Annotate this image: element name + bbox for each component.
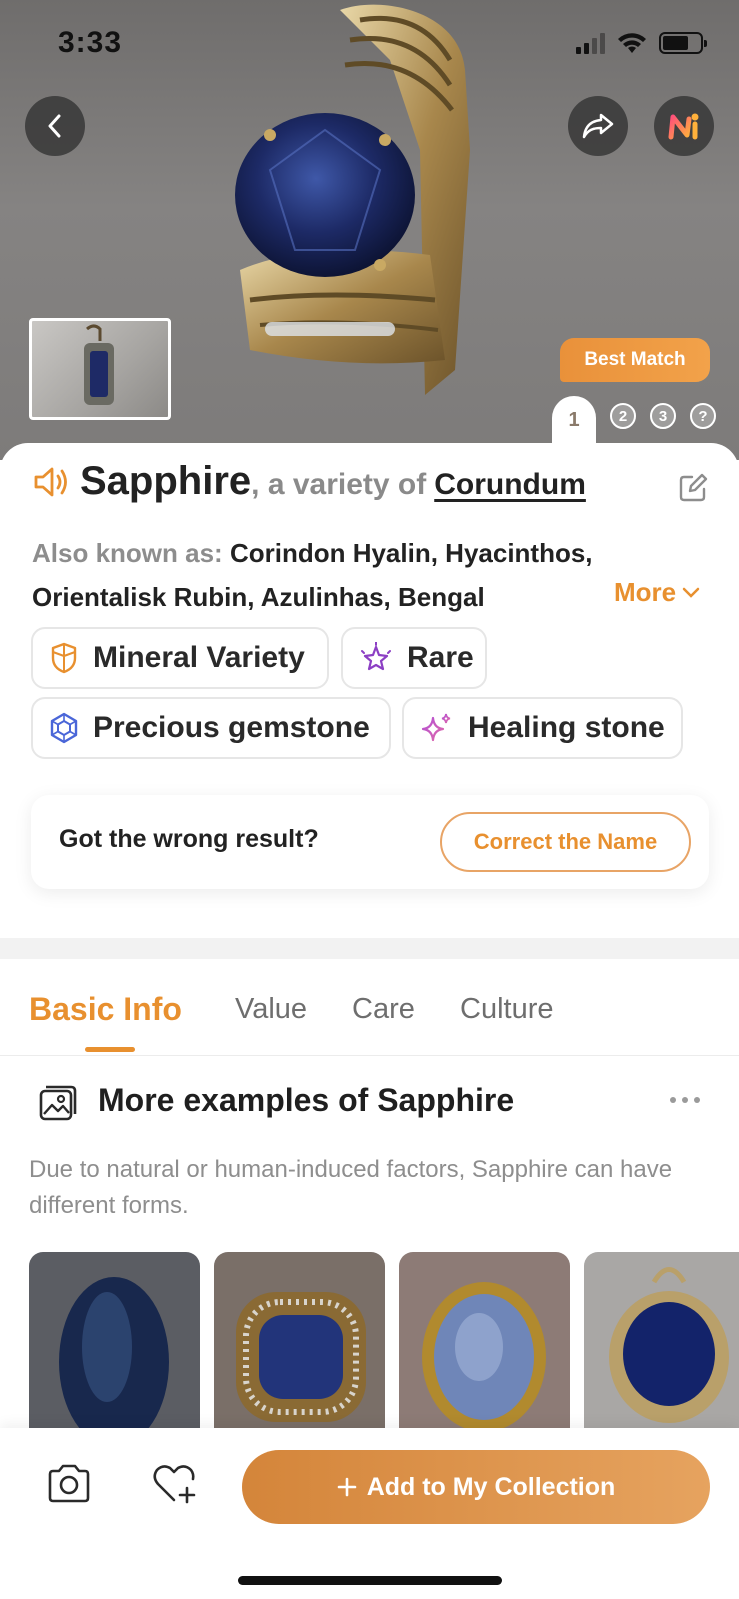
result-card: Sapphire , a variety of Corundum Also kn… <box>0 443 739 938</box>
example-image[interactable] <box>584 1252 739 1432</box>
battery-icon <box>659 32 707 54</box>
chip-label: Mineral Variety <box>93 641 305 674</box>
best-match-badge: Best Match <box>560 338 710 382</box>
ai-assistant-button[interactable] <box>654 96 714 156</box>
tab-value[interactable]: Value <box>235 993 307 1026</box>
chevron-down-icon <box>682 587 700 598</box>
mineral-name: Sapphire <box>80 459 252 503</box>
page-indicator-unknown[interactable]: ? <box>690 403 716 429</box>
correct-name-button[interactable]: Correct the Name <box>440 812 691 872</box>
gem-shield-icon <box>51 642 77 674</box>
sparkles-icon <box>421 713 451 742</box>
examples-description: Due to natural or human-induced factors,… <box>29 1156 673 1219</box>
also-known-as: Also known as: Corindon Hyalin, Hyacinth… <box>32 531 712 619</box>
chip-healing-stone[interactable]: Healing stone <box>402 697 683 759</box>
back-button[interactable] <box>25 96 85 156</box>
hexagon-gem-icon <box>50 712 78 744</box>
info-tabs: Basic Info Value Care Culture <box>0 959 739 1056</box>
page-indicator-1[interactable]: 1 <box>552 396 596 444</box>
sparkle-star-icon <box>361 642 391 671</box>
tab-basic-info[interactable]: Basic Info <box>29 991 182 1028</box>
edit-icon[interactable] <box>678 473 708 503</box>
add-to-collection-label: Add to My Collection <box>366 1472 616 1501</box>
active-tab-indicator <box>85 1047 135 1052</box>
examples-title: More examples of Sapphire <box>98 1082 515 1118</box>
add-to-collection-button[interactable]: Add to My Collection <box>242 1450 710 1524</box>
add-to-favorites-heart-icon[interactable] <box>150 1462 198 1506</box>
user-photo-thumbnail[interactable] <box>29 318 171 420</box>
home-indicator <box>238 1576 502 1585</box>
result-title: Sapphire , a variety of Corundum <box>32 459 586 504</box>
page-indicator-3[interactable]: 3 <box>650 403 676 429</box>
example-image[interactable] <box>29 1252 200 1432</box>
chip-label: Rare <box>407 641 474 674</box>
aka-label: Also known as: <box>32 538 223 568</box>
chip-label: Healing stone <box>468 711 665 744</box>
example-image[interactable] <box>214 1252 385 1432</box>
result-page-selector: 1 2 3 ? <box>552 396 716 444</box>
status-icons <box>576 30 707 56</box>
chip-rare[interactable]: Rare <box>341 627 487 689</box>
hero-image: 3:33 Best Match 1 2 3 ? <box>0 0 739 460</box>
tab-culture[interactable]: Culture <box>460 993 554 1026</box>
section-divider <box>0 938 739 959</box>
more-names-button[interactable]: More <box>614 577 700 608</box>
more-label: More <box>614 577 677 607</box>
wrong-result-banner: Got the wrong result? Correct the Name <box>31 795 709 889</box>
variety-prefix: , a variety of <box>251 468 427 501</box>
example-image[interactable] <box>399 1252 570 1432</box>
examples-carousel <box>29 1252 739 1432</box>
wifi-icon <box>618 33 646 53</box>
camera-icon[interactable] <box>46 1462 92 1506</box>
chip-mineral-variety[interactable]: Mineral Variety <box>31 627 329 689</box>
share-arrow-icon <box>582 113 614 139</box>
chip-precious-gemstone[interactable]: Precious gemstone <box>31 697 391 759</box>
page-indicator-2[interactable]: 2 <box>610 403 636 429</box>
bottom-action-bar: Add to My Collection <box>0 1428 739 1599</box>
speaker-icon[interactable] <box>32 465 70 499</box>
plus-icon <box>337 1477 356 1497</box>
parent-mineral-link[interactable]: Corundum <box>434 468 586 502</box>
gallery-icon <box>39 1085 77 1121</box>
ai-logo-icon <box>668 113 699 140</box>
more-options-icon[interactable] <box>667 1090 703 1110</box>
status-time: 3:33 <box>58 26 123 59</box>
cellular-signal-icon <box>576 32 605 54</box>
pendant-photo <box>84 324 114 405</box>
wrong-result-text: Got the wrong result? <box>59 825 319 853</box>
chevron-left-icon <box>48 114 61 138</box>
tab-care[interactable]: Care <box>352 993 415 1026</box>
share-button[interactable] <box>568 96 628 156</box>
sapphire-ring-photo <box>235 4 470 395</box>
chip-label: Precious gemstone <box>93 711 370 744</box>
